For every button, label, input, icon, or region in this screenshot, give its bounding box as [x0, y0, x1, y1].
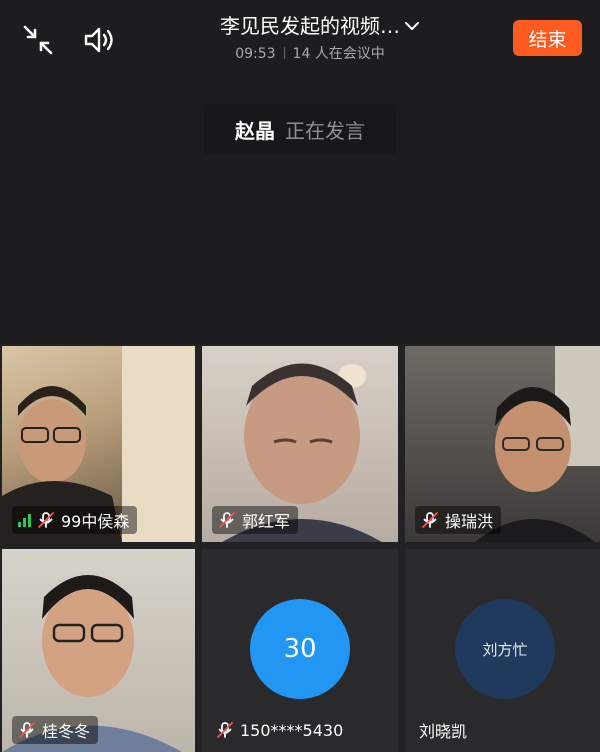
- signal-strength-icon: [18, 513, 31, 527]
- participant-name: 操瑞洪: [445, 512, 494, 531]
- avatar: 30: [250, 599, 350, 699]
- minimize-icon[interactable]: [18, 20, 58, 60]
- active-speaker-status: 正在发言: [285, 118, 365, 143]
- mic-muted-icon: [19, 722, 35, 738]
- participant-name: 桂冬冬: [42, 722, 91, 741]
- participant-label: 操瑞洪: [415, 506, 502, 534]
- end-meeting-button[interactable]: 结束: [513, 20, 582, 56]
- participant-tile[interactable]: 郭红军: [202, 346, 398, 542]
- speaker-icon[interactable]: [80, 20, 120, 60]
- meeting-time: 09:53: [235, 46, 276, 62]
- participant-name: 刘晓凯: [419, 722, 468, 741]
- active-speaker-banner: 赵晶 正在发言: [204, 104, 396, 154]
- mic-muted-icon: [38, 512, 54, 528]
- participant-tile[interactable]: 操瑞洪: [405, 346, 600, 542]
- participant-count: 14 人在会议中: [292, 46, 385, 62]
- participant-tile[interactable]: 99中侯森: [2, 346, 195, 542]
- participant-grid: 99中侯森 郭红军 操瑞洪 桂冬冬 30 150****5430 刘方忙 刘晓凯: [0, 344, 600, 752]
- active-speaker-name: 赵晶: [235, 118, 275, 143]
- participant-tile[interactable]: 桂冬冬: [2, 549, 195, 752]
- mic-muted-icon: [217, 722, 233, 738]
- participant-name: 99中侯森: [61, 512, 130, 531]
- mic-muted-icon: [422, 512, 438, 528]
- participant-label: 99中侯森: [12, 506, 138, 534]
- meeting-subtitle: 09:53 14 人在会议中: [160, 44, 460, 64]
- participant-name: 郭红军: [242, 512, 291, 531]
- participant-label: 150****5430: [212, 716, 351, 744]
- participant-label: 刘晓凯: [415, 716, 475, 744]
- mic-muted-icon: [219, 512, 235, 528]
- avatar: 刘方忙: [455, 599, 555, 699]
- participant-label: 桂冬冬: [12, 716, 99, 744]
- top-bar: 李见民发起的视频… 09:53 14 人在会议中 结束: [0, 0, 600, 80]
- participant-tile[interactable]: 30 150****5430: [202, 549, 398, 752]
- divider: [283, 47, 285, 59]
- chevron-down-icon[interactable]: [400, 14, 424, 38]
- participant-name: 150****5430: [240, 720, 344, 740]
- participant-tile[interactable]: 刘方忙 刘晓凯: [405, 549, 600, 752]
- participant-label: 郭红军: [212, 506, 299, 534]
